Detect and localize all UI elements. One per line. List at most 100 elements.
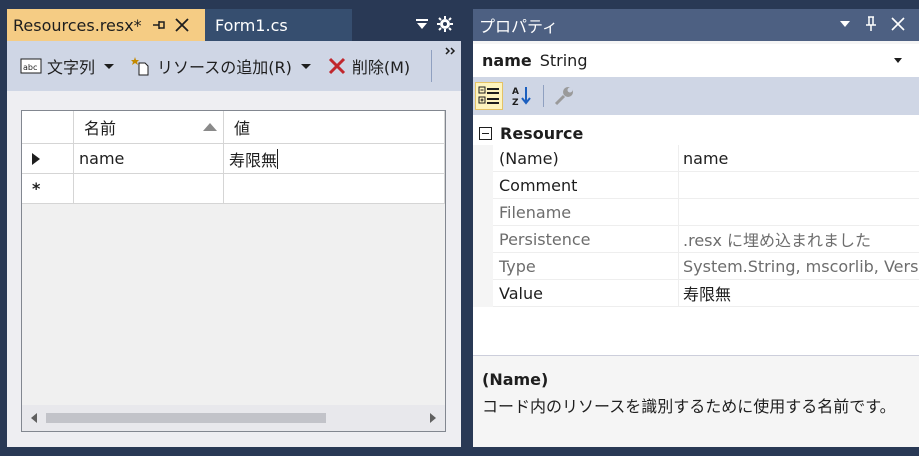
- gear-icon[interactable]: [437, 16, 453, 32]
- selected-object-name: name: [482, 51, 532, 70]
- property-name-text: (Name): [499, 148, 559, 168]
- property-row-type[interactable]: Type System.String, mscorlib, Vers: [473, 253, 919, 280]
- properties-toolbar: A Z: [473, 77, 919, 115]
- table-cell-name[interactable]: [74, 174, 224, 204]
- string-type-dropdown[interactable]: abc 文字列: [17, 52, 117, 80]
- scroll-left-icon[interactable]: [30, 413, 38, 423]
- row-gutter: [473, 253, 493, 280]
- property-row-name[interactable]: (Name) name: [473, 145, 919, 172]
- tab-resources-resx[interactable]: Resources.resx*: [7, 9, 205, 41]
- toolbar-separator: [543, 85, 544, 107]
- delete-x-icon: [328, 57, 345, 75]
- text-cursor: [277, 148, 279, 169]
- property-row-value[interactable]: Value 寿限無: [473, 280, 919, 307]
- property-name-text: Value: [499, 283, 543, 303]
- alphabetical-button[interactable]: A Z: [509, 82, 537, 110]
- property-value-text: 寿限無: [683, 285, 732, 304]
- new-row-selector[interactable]: *: [22, 174, 74, 204]
- table-cell-value[interactable]: 寿限無: [224, 144, 445, 174]
- add-resource-label: リソースの追加(R): [157, 58, 292, 77]
- collapse-icon[interactable]: [479, 126, 492, 140]
- string-resource-icon: abc: [20, 58, 42, 74]
- toolbar-overflow-icon[interactable]: [445, 46, 457, 56]
- column-header-label: 値: [234, 119, 251, 138]
- column-header-value[interactable]: 値: [224, 111, 445, 144]
- scroll-right-icon[interactable]: [429, 413, 437, 423]
- property-value: .resx に埋め込まれました: [679, 226, 919, 253]
- resource-toolbar: abc 文字列 リソースの追加(R) 削除(M): [7, 41, 461, 91]
- chevron-down-icon: [104, 63, 115, 69]
- property-grid: Resource (Name) name Comment Filename Pe…: [473, 115, 919, 355]
- categorized-button[interactable]: [475, 82, 503, 110]
- pin-icon[interactable]: [150, 16, 168, 34]
- wrench-icon: [554, 87, 573, 106]
- property-row-filename[interactable]: Filename: [473, 199, 919, 226]
- property-value[interactable]: [679, 172, 919, 199]
- property-name: Type: [493, 253, 679, 280]
- property-name-text: Persistence: [499, 229, 591, 249]
- property-pages-button[interactable]: [550, 82, 578, 110]
- row-selector[interactable]: [22, 144, 74, 174]
- row-gutter: [473, 226, 493, 253]
- categorized-icon: [478, 86, 499, 104]
- property-value-text: System.String, mscorlib, Vers: [683, 256, 919, 276]
- selected-object-type: String: [539, 51, 588, 70]
- current-row-arrow-icon: [31, 152, 40, 165]
- svg-text:A: A: [512, 87, 519, 97]
- row-gutter: [473, 280, 493, 307]
- sort-ascending-icon: [203, 123, 217, 131]
- scrollbar-thumb[interactable]: [46, 413, 326, 423]
- svg-text:abc: abc: [23, 63, 37, 72]
- properties-title-bar[interactable]: プロパティ: [473, 9, 919, 41]
- svg-text:Z: Z: [512, 98, 519, 107]
- row-gutter: [473, 145, 493, 172]
- category-resource[interactable]: Resource: [473, 119, 919, 147]
- property-value[interactable]: name: [679, 145, 919, 172]
- resource-grid: 名前 値 name 寿限無 *: [21, 110, 446, 432]
- row-gutter: [473, 199, 493, 226]
- panel-title: プロパティ: [479, 17, 559, 36]
- delete-button[interactable]: 削除(M): [324, 52, 413, 80]
- horizontal-scrollbar[interactable]: [22, 405, 445, 431]
- tab-dropdown-icon[interactable]: [415, 17, 429, 31]
- property-value: System.String, mscorlib, Vers: [679, 253, 919, 280]
- description-text: コード内のリソースを識別するために使用する名前です。: [482, 397, 896, 416]
- chevron-down-icon: [300, 63, 311, 69]
- property-name: Value: [493, 280, 679, 307]
- string-type-label: 文字列: [47, 58, 96, 77]
- property-value: [679, 199, 919, 226]
- row-header-corner: [22, 111, 74, 144]
- add-resource-button[interactable]: リソースの追加(R): [127, 52, 314, 80]
- close-icon[interactable]: [174, 17, 190, 33]
- add-resource-icon: [131, 57, 149, 76]
- delete-label: 削除(M): [351, 58, 411, 77]
- description-title: (Name): [482, 370, 549, 389]
- window-position-icon[interactable]: [839, 18, 851, 30]
- property-name-text: Filename: [499, 202, 572, 222]
- object-selector-dropdown[interactable]: name String: [473, 44, 919, 77]
- sort-alphabetical-icon: A Z: [512, 87, 531, 107]
- property-description-pane: (Name) コード内のリソースを識別するために使用する名前です。: [473, 355, 919, 447]
- tab-form1-cs[interactable]: Form1.cs: [205, 9, 352, 41]
- row-gutter: [473, 172, 493, 199]
- property-row-comment[interactable]: Comment: [473, 172, 919, 199]
- tab-label: Form1.cs: [215, 15, 288, 35]
- close-icon[interactable]: [891, 17, 905, 31]
- tabstrip-controls: [415, 14, 461, 34]
- table-cell-value[interactable]: [224, 174, 445, 204]
- property-name: (Name): [493, 145, 679, 172]
- property-name: Comment: [493, 172, 679, 199]
- property-name-text: Type: [499, 256, 536, 276]
- property-value-text: .resx に埋め込まれました: [683, 231, 872, 250]
- cell-text: 寿限無: [229, 150, 278, 170]
- property-name: Persistence: [493, 226, 679, 253]
- chevron-down-icon: [894, 58, 902, 63]
- property-row-persistence[interactable]: Persistence .resx に埋め込まれました: [473, 226, 919, 253]
- pin-icon[interactable]: [865, 16, 877, 32]
- column-header-name[interactable]: 名前: [74, 111, 224, 144]
- category-label: Resource: [500, 123, 584, 143]
- new-row-marker: *: [32, 179, 41, 198]
- table-cell-name[interactable]: name: [74, 144, 224, 174]
- property-value[interactable]: 寿限無: [679, 280, 919, 307]
- property-name: Filename: [493, 199, 679, 226]
